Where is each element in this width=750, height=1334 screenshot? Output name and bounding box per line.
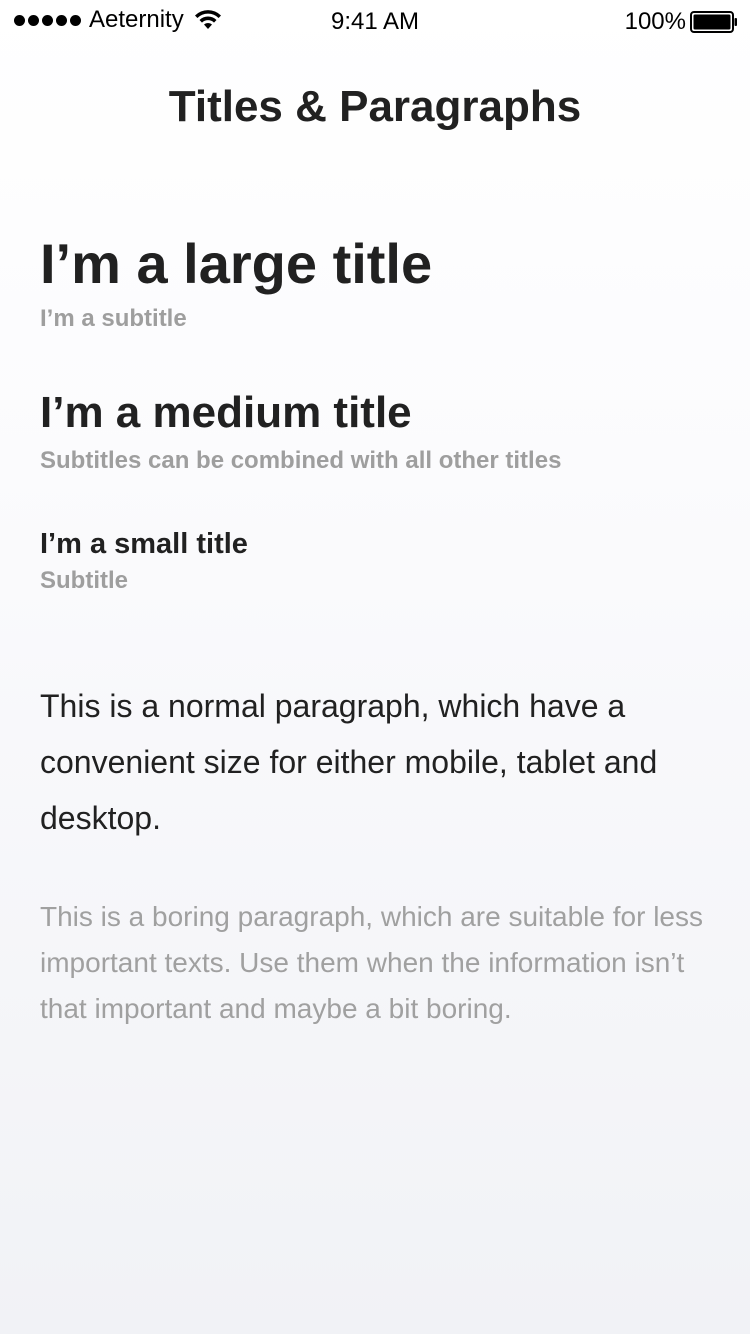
boring-paragraph: This is a boring paragraph, which are su… xyxy=(40,901,704,1024)
medium-subtitle: Subtitles can be combined with all other… xyxy=(40,447,562,474)
battery-icon xyxy=(690,11,737,33)
small-title: I’m a small title xyxy=(40,528,248,560)
status-right: 100% xyxy=(625,8,738,36)
battery-percentage: 100% xyxy=(624,8,686,35)
small-subtitle: Subtitle xyxy=(40,567,128,594)
page-title: Titles & Paragraphs xyxy=(168,82,582,131)
large-subtitle: I’m a subtitle xyxy=(40,305,187,332)
normal-paragraph: This is a normal paragraph, which have a… xyxy=(40,688,658,836)
large-title: I’m a large title xyxy=(40,232,433,295)
medium-title: I’m a medium title xyxy=(40,388,412,437)
status-bar: Aeternity 9:41 AM 100% xyxy=(0,0,750,44)
content-area: I’m a large title I’m a subtitle I’m a m… xyxy=(40,230,710,1032)
